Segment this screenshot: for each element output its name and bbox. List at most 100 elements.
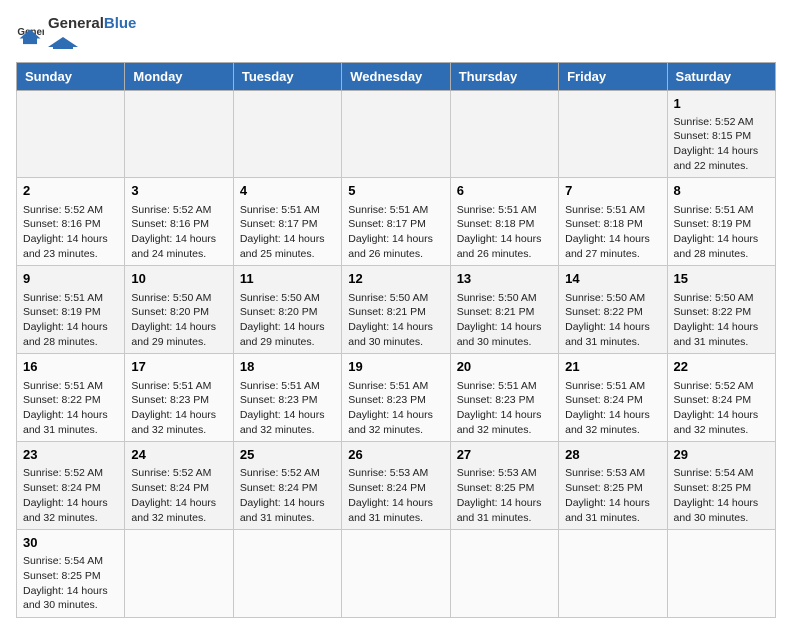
calendar-cell: 30 Sunrise: 5:54 AM Sunset: 8:25 PM Dayli… xyxy=(17,530,125,618)
logo-icon: General xyxy=(16,21,44,49)
calendar-cell xyxy=(450,90,558,178)
logo: General GeneralBlue xyxy=(16,16,136,54)
weekday-header: Friday xyxy=(559,62,667,90)
calendar-cell: 24Sunrise: 5:52 AM Sunset: 8:24 PM Dayli… xyxy=(125,442,233,530)
calendar-cell xyxy=(450,530,558,618)
weekday-header: Thursday xyxy=(450,62,558,90)
calendar-cell: 28 Sunrise: 5:53 AM Sunset: 8:25 PM Dayli… xyxy=(559,442,667,530)
day-info: Sunrise: 5:51 AM Sunset: 8:23 PM Dayligh… xyxy=(348,379,443,438)
page-header: General GeneralBlue xyxy=(16,16,776,54)
calendar-cell: 20Sunrise: 5:51 AM Sunset: 8:23 PM Dayli… xyxy=(450,354,558,442)
logo-general: General xyxy=(48,15,104,32)
logo-blue: Blue xyxy=(104,15,137,32)
day-info: Sunrise: 5:51 AM Sunset: 8:17 PM Dayligh… xyxy=(240,203,335,262)
day-number: 19 xyxy=(348,358,443,376)
day-number: 1 xyxy=(674,95,769,113)
calendar-cell: 27Sunrise: 5:53 AM Sunset: 8:25 PM Dayli… xyxy=(450,442,558,530)
day-info: Sunrise: 5:50 AM Sunset: 8:22 PM Dayligh… xyxy=(565,291,660,350)
day-number: 11 xyxy=(240,270,335,288)
day-number: 15 xyxy=(674,270,769,288)
day-info: Sunrise: 5:52 AM Sunset: 8:24 PM Dayligh… xyxy=(23,466,118,525)
day-info: Sunrise: 5:54 AM Sunset: 8:25 PM Dayligh… xyxy=(23,554,118,613)
day-info: Sunrise: 5:52 AM Sunset: 8:15 PM Dayligh… xyxy=(674,115,769,174)
day-info: Sunrise: 5:50 AM Sunset: 8:20 PM Dayligh… xyxy=(240,291,335,350)
day-number: 26 xyxy=(348,446,443,464)
day-info: Sunrise: 5:51 AM Sunset: 8:19 PM Dayligh… xyxy=(674,203,769,262)
day-info: Sunrise: 5:53 AM Sunset: 8:25 PM Dayligh… xyxy=(565,466,660,525)
calendar-week-row: 1 Sunrise: 5:52 AM Sunset: 8:15 PM Daylig… xyxy=(17,90,776,178)
calendar-cell xyxy=(342,90,450,178)
day-number: 3 xyxy=(131,182,226,200)
day-info: Sunrise: 5:50 AM Sunset: 8:20 PM Dayligh… xyxy=(131,291,226,350)
day-number: 24 xyxy=(131,446,226,464)
calendar-cell: 1 Sunrise: 5:52 AM Sunset: 8:15 PM Daylig… xyxy=(667,90,775,178)
day-number: 4 xyxy=(240,182,335,200)
day-info: Sunrise: 5:51 AM Sunset: 8:23 PM Dayligh… xyxy=(240,379,335,438)
day-info: Sunrise: 5:51 AM Sunset: 8:19 PM Dayligh… xyxy=(23,291,118,350)
day-number: 28 xyxy=(565,446,660,464)
day-info: Sunrise: 5:52 AM Sunset: 8:24 PM Dayligh… xyxy=(674,379,769,438)
day-number: 10 xyxy=(131,270,226,288)
calendar-cell: 7 Sunrise: 5:51 AM Sunset: 8:18 PM Daylig… xyxy=(559,178,667,266)
calendar-cell xyxy=(233,90,341,178)
day-info: Sunrise: 5:52 AM Sunset: 8:16 PM Dayligh… xyxy=(23,203,118,262)
calendar-cell xyxy=(342,530,450,618)
day-number: 14 xyxy=(565,270,660,288)
calendar-week-row: 30 Sunrise: 5:54 AM Sunset: 8:25 PM Dayli… xyxy=(17,530,776,618)
day-number: 13 xyxy=(457,270,552,288)
day-info: Sunrise: 5:53 AM Sunset: 8:25 PM Dayligh… xyxy=(457,466,552,525)
calendar-cell: 26 Sunrise: 5:53 AM Sunset: 8:24 PM Dayli… xyxy=(342,442,450,530)
day-number: 12 xyxy=(348,270,443,288)
day-info: Sunrise: 5:51 AM Sunset: 8:23 PM Dayligh… xyxy=(131,379,226,438)
calendar-cell: 12 Sunrise: 5:50 AM Sunset: 8:21 PM Dayli… xyxy=(342,266,450,354)
weekday-header: Sunday xyxy=(17,62,125,90)
calendar-cell xyxy=(125,530,233,618)
calendar-cell xyxy=(17,90,125,178)
day-number: 5 xyxy=(348,182,443,200)
calendar-week-row: 23Sunrise: 5:52 AM Sunset: 8:24 PM Dayli… xyxy=(17,442,776,530)
weekday-header: Wednesday xyxy=(342,62,450,90)
day-number: 6 xyxy=(457,182,552,200)
calendar-cell: 2 Sunrise: 5:52 AM Sunset: 8:16 PM Daylig… xyxy=(17,178,125,266)
day-info: Sunrise: 5:50 AM Sunset: 8:22 PM Dayligh… xyxy=(674,291,769,350)
day-number: 22 xyxy=(674,358,769,376)
calendar-cell: 19 Sunrise: 5:51 AM Sunset: 8:23 PM Dayli… xyxy=(342,354,450,442)
calendar-cell xyxy=(559,530,667,618)
calendar-week-row: 16 Sunrise: 5:51 AM Sunset: 8:22 PM Dayli… xyxy=(17,354,776,442)
calendar-week-row: 2 Sunrise: 5:52 AM Sunset: 8:16 PM Daylig… xyxy=(17,178,776,266)
day-number: 2 xyxy=(23,182,118,200)
day-info: Sunrise: 5:53 AM Sunset: 8:24 PM Dayligh… xyxy=(348,466,443,525)
calendar-cell xyxy=(559,90,667,178)
day-info: Sunrise: 5:50 AM Sunset: 8:21 PM Dayligh… xyxy=(457,291,552,350)
calendar-week-row: 9 Sunrise: 5:51 AM Sunset: 8:19 PM Daylig… xyxy=(17,266,776,354)
day-number: 30 xyxy=(23,534,118,552)
calendar-cell: 9 Sunrise: 5:51 AM Sunset: 8:19 PM Daylig… xyxy=(17,266,125,354)
weekday-header: Saturday xyxy=(667,62,775,90)
calendar-cell: 13 Sunrise: 5:50 AM Sunset: 8:21 PM Dayli… xyxy=(450,266,558,354)
calendar-cell: 5Sunrise: 5:51 AM Sunset: 8:17 PM Daylig… xyxy=(342,178,450,266)
calendar-cell: 29Sunrise: 5:54 AM Sunset: 8:25 PM Dayli… xyxy=(667,442,775,530)
calendar-cell: 21Sunrise: 5:51 AM Sunset: 8:24 PM Dayli… xyxy=(559,354,667,442)
weekday-header: Monday xyxy=(125,62,233,90)
day-number: 9 xyxy=(23,270,118,288)
calendar-table: SundayMondayTuesdayWednesdayThursdayFrid… xyxy=(16,62,776,619)
day-info: Sunrise: 5:51 AM Sunset: 8:18 PM Dayligh… xyxy=(565,203,660,262)
calendar-cell: 6Sunrise: 5:51 AM Sunset: 8:18 PM Daylig… xyxy=(450,178,558,266)
calendar-cell: 23Sunrise: 5:52 AM Sunset: 8:24 PM Dayli… xyxy=(17,442,125,530)
day-info: Sunrise: 5:50 AM Sunset: 8:21 PM Dayligh… xyxy=(348,291,443,350)
day-info: Sunrise: 5:51 AM Sunset: 8:23 PM Dayligh… xyxy=(457,379,552,438)
day-number: 18 xyxy=(240,358,335,376)
calendar-cell xyxy=(667,530,775,618)
day-number: 7 xyxy=(565,182,660,200)
calendar-cell: 11 Sunrise: 5:50 AM Sunset: 8:20 PM Dayli… xyxy=(233,266,341,354)
logo-graphic xyxy=(48,33,108,49)
calendar-cell: 14 Sunrise: 5:50 AM Sunset: 8:22 PM Dayli… xyxy=(559,266,667,354)
calendar-cell: 10 Sunrise: 5:50 AM Sunset: 8:20 PM Dayli… xyxy=(125,266,233,354)
day-info: Sunrise: 5:51 AM Sunset: 8:22 PM Dayligh… xyxy=(23,379,118,438)
calendar-cell: 22 Sunrise: 5:52 AM Sunset: 8:24 PM Dayli… xyxy=(667,354,775,442)
day-number: 29 xyxy=(674,446,769,464)
day-info: Sunrise: 5:52 AM Sunset: 8:24 PM Dayligh… xyxy=(240,466,335,525)
calendar-cell: 15 Sunrise: 5:50 AM Sunset: 8:22 PM Dayli… xyxy=(667,266,775,354)
day-number: 21 xyxy=(565,358,660,376)
day-number: 16 xyxy=(23,358,118,376)
